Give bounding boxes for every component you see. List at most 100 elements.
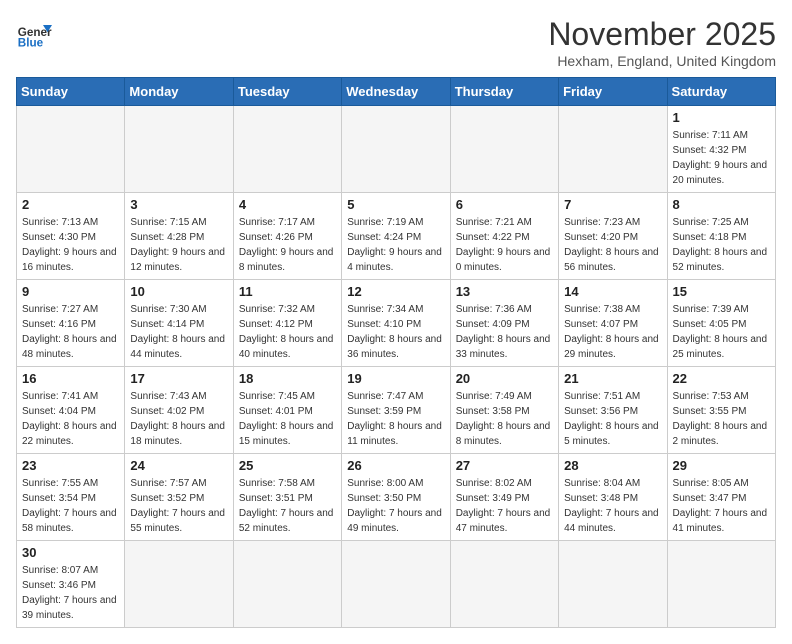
day-info: Sunrise: 7:38 AMSunset: 4:07 PMDaylight:…	[564, 302, 661, 362]
weekday-sunday: Sunday	[17, 78, 125, 106]
day-number: 19	[347, 371, 444, 386]
calendar-cell: 22Sunrise: 7:53 AMSunset: 3:55 PMDayligh…	[667, 367, 775, 454]
weekday-friday: Friday	[559, 78, 667, 106]
weekday-thursday: Thursday	[450, 78, 558, 106]
day-number: 24	[130, 458, 227, 473]
day-info: Sunrise: 7:19 AMSunset: 4:24 PMDaylight:…	[347, 215, 444, 275]
week-row-2: 2 Sunrise: 7:13 AMSunset: 4:30 PMDaylight…	[17, 193, 776, 280]
day-info: Sunrise: 8:02 AMSunset: 3:49 PMDaylight:…	[456, 476, 553, 536]
week-row-6: 30 Sunrise: 8:07 AMSunset: 3:46 PMDayligh…	[17, 541, 776, 628]
day-number: 13	[456, 284, 553, 299]
day-info: Sunrise: 7:27 AMSunset: 4:16 PMDaylight:…	[22, 302, 119, 362]
page-header: General Blue November 2025 Hexham, Engla…	[16, 16, 776, 69]
day-number: 10	[130, 284, 227, 299]
calendar-cell: 17 Sunrise: 7:43 AMSunset: 4:02 PMDayligh…	[125, 367, 233, 454]
calendar-cell: 9 Sunrise: 7:27 AMSunset: 4:16 PMDaylight…	[17, 280, 125, 367]
calendar-cell: 5Sunrise: 7:19 AMSunset: 4:24 PMDaylight…	[342, 193, 450, 280]
calendar-cell: 4Sunrise: 7:17 AMSunset: 4:26 PMDaylight…	[233, 193, 341, 280]
svg-text:Blue: Blue	[18, 37, 44, 50]
calendar-cell	[450, 541, 558, 628]
day-number: 1	[673, 110, 770, 125]
weekday-saturday: Saturday	[667, 78, 775, 106]
day-info: Sunrise: 7:13 AMSunset: 4:30 PMDaylight:…	[22, 215, 119, 275]
day-number: 29	[673, 458, 770, 473]
weekday-monday: Monday	[125, 78, 233, 106]
day-info: Sunrise: 8:04 AMSunset: 3:48 PMDaylight:…	[564, 476, 661, 536]
calendar-cell: 27 Sunrise: 8:02 AMSunset: 3:49 PMDayligh…	[450, 454, 558, 541]
day-info: Sunrise: 8:07 AMSunset: 3:46 PMDaylight:…	[22, 563, 119, 623]
day-info: Sunrise: 7:43 AMSunset: 4:02 PMDaylight:…	[130, 389, 227, 449]
calendar-cell: 14 Sunrise: 7:38 AMSunset: 4:07 PMDayligh…	[559, 280, 667, 367]
day-number: 12	[347, 284, 444, 299]
day-number: 22	[673, 371, 770, 386]
week-row-3: 9 Sunrise: 7:27 AMSunset: 4:16 PMDaylight…	[17, 280, 776, 367]
day-number: 18	[239, 371, 336, 386]
calendar-cell: 24 Sunrise: 7:57 AMSunset: 3:52 PMDayligh…	[125, 454, 233, 541]
calendar-cell: 15Sunrise: 7:39 AMSunset: 4:05 PMDayligh…	[667, 280, 775, 367]
calendar-cell: 13 Sunrise: 7:36 AMSunset: 4:09 PMDayligh…	[450, 280, 558, 367]
day-number: 28	[564, 458, 661, 473]
day-info: Sunrise: 7:11 AMSunset: 4:32 PMDaylight:…	[673, 128, 770, 188]
day-number: 17	[130, 371, 227, 386]
day-number: 15	[673, 284, 770, 299]
day-info: Sunrise: 7:51 AMSunset: 3:56 PMDaylight:…	[564, 389, 661, 449]
day-info: Sunrise: 7:23 AMSunset: 4:20 PMDaylight:…	[564, 215, 661, 275]
weekday-wednesday: Wednesday	[342, 78, 450, 106]
day-number: 6	[456, 197, 553, 212]
location: Hexham, England, United Kingdom	[548, 53, 776, 69]
day-info: Sunrise: 7:17 AMSunset: 4:26 PMDaylight:…	[239, 215, 336, 275]
calendar-cell	[233, 541, 341, 628]
calendar-cell	[125, 106, 233, 193]
calendar-cell: 8Sunrise: 7:25 AMSunset: 4:18 PMDaylight…	[667, 193, 775, 280]
calendar-cell	[450, 106, 558, 193]
day-info: Sunrise: 7:30 AMSunset: 4:14 PMDaylight:…	[130, 302, 227, 362]
day-number: 27	[456, 458, 553, 473]
day-info: Sunrise: 7:21 AMSunset: 4:22 PMDaylight:…	[456, 215, 553, 275]
day-number: 14	[564, 284, 661, 299]
calendar-cell: 18 Sunrise: 7:45 AMSunset: 4:01 PMDayligh…	[233, 367, 341, 454]
week-row-1: 1 Sunrise: 7:11 AMSunset: 4:32 PMDaylight…	[17, 106, 776, 193]
day-info: Sunrise: 7:25 AMSunset: 4:18 PMDaylight:…	[673, 215, 770, 275]
calendar-cell: 10 Sunrise: 7:30 AMSunset: 4:14 PMDayligh…	[125, 280, 233, 367]
calendar-cell: 26Sunrise: 8:00 AMSunset: 3:50 PMDayligh…	[342, 454, 450, 541]
day-info: Sunrise: 7:58 AMSunset: 3:51 PMDaylight:…	[239, 476, 336, 536]
day-number: 9	[22, 284, 119, 299]
day-number: 2	[22, 197, 119, 212]
calendar-cell: 11Sunrise: 7:32 AMSunset: 4:12 PMDayligh…	[233, 280, 341, 367]
calendar-cell: 30 Sunrise: 8:07 AMSunset: 3:46 PMDayligh…	[17, 541, 125, 628]
day-info: Sunrise: 7:47 AMSunset: 3:59 PMDaylight:…	[347, 389, 444, 449]
calendar-cell	[233, 106, 341, 193]
calendar-cell: 21Sunrise: 7:51 AMSunset: 3:56 PMDayligh…	[559, 367, 667, 454]
week-row-5: 23 Sunrise: 7:55 AMSunset: 3:54 PMDayligh…	[17, 454, 776, 541]
calendar-cell: 6 Sunrise: 7:21 AMSunset: 4:22 PMDaylight…	[450, 193, 558, 280]
day-number: 30	[22, 545, 119, 560]
calendar-cell: 23 Sunrise: 7:55 AMSunset: 3:54 PMDayligh…	[17, 454, 125, 541]
day-info: Sunrise: 7:36 AMSunset: 4:09 PMDaylight:…	[456, 302, 553, 362]
calendar-cell	[559, 106, 667, 193]
day-info: Sunrise: 7:55 AMSunset: 3:54 PMDaylight:…	[22, 476, 119, 536]
day-number: 11	[239, 284, 336, 299]
calendar-cell	[17, 106, 125, 193]
day-info: Sunrise: 7:15 AMSunset: 4:28 PMDaylight:…	[130, 215, 227, 275]
day-info: Sunrise: 7:45 AMSunset: 4:01 PMDaylight:…	[239, 389, 336, 449]
calendar-cell	[559, 541, 667, 628]
calendar-cell: 25Sunrise: 7:58 AMSunset: 3:51 PMDayligh…	[233, 454, 341, 541]
calendar-cell: 3 Sunrise: 7:15 AMSunset: 4:28 PMDaylight…	[125, 193, 233, 280]
day-number: 26	[347, 458, 444, 473]
weekday-header-row: SundayMondayTuesdayWednesdayThursdayFrid…	[17, 78, 776, 106]
calendar-cell: 20Sunrise: 7:49 AMSunset: 3:58 PMDayligh…	[450, 367, 558, 454]
calendar-cell	[125, 541, 233, 628]
logo: General Blue	[16, 16, 52, 52]
day-number: 20	[456, 371, 553, 386]
day-number: 16	[22, 371, 119, 386]
calendar-cell: 16Sunrise: 7:41 AMSunset: 4:04 PMDayligh…	[17, 367, 125, 454]
calendar-cell: 2 Sunrise: 7:13 AMSunset: 4:30 PMDaylight…	[17, 193, 125, 280]
day-info: Sunrise: 7:57 AMSunset: 3:52 PMDaylight:…	[130, 476, 227, 536]
day-number: 3	[130, 197, 227, 212]
calendar-cell	[667, 541, 775, 628]
month-title: November 2025	[548, 16, 776, 53]
calendar-cell: 19 Sunrise: 7:47 AMSunset: 3:59 PMDayligh…	[342, 367, 450, 454]
day-number: 7	[564, 197, 661, 212]
day-info: Sunrise: 7:34 AMSunset: 4:10 PMDaylight:…	[347, 302, 444, 362]
day-number: 23	[22, 458, 119, 473]
